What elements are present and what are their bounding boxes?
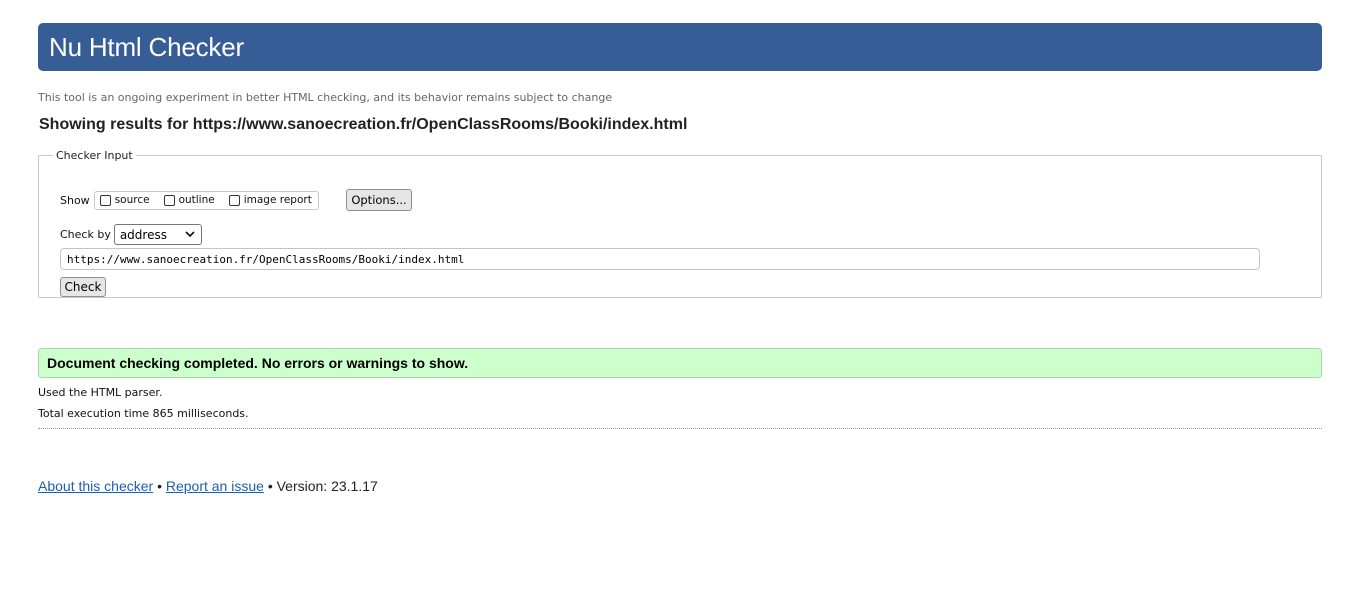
execution-time: Total execution time 865 milliseconds. [38, 407, 249, 420]
checkbox-image-report-label: image report [243, 194, 312, 206]
footer: About this checker • Report an issue • V… [38, 478, 378, 494]
success-message: Document checking completed. No errors o… [38, 348, 1322, 378]
options-button[interactable]: Options... [346, 189, 412, 211]
checker-input-fieldset: Checker Input Show source outline image … [38, 149, 1322, 298]
check-by-select[interactable]: address [113, 224, 202, 245]
checkbox-source[interactable]: source [99, 194, 150, 206]
app-title: Nu Html Checker [49, 32, 244, 62]
footer-separator: • [157, 478, 162, 494]
checkbox-outline[interactable]: outline [163, 194, 215, 206]
report-issue-link[interactable]: Report an issue [166, 478, 264, 494]
check-by-label: Check by [60, 228, 111, 241]
checkbox-outline-box[interactable] [163, 194, 175, 206]
show-options-row: Show source outline image report [60, 190, 319, 210]
show-label: Show [60, 193, 90, 207]
checkbox-source-label: source [114, 194, 150, 206]
results-url: https://www.sanoecreation.fr/OpenClassRo… [192, 116, 688, 133]
header-bar: Nu Html Checker [38, 23, 1322, 71]
divider [38, 428, 1322, 429]
footer-separator-2: • [267, 478, 273, 494]
check-by-value: address [119, 227, 167, 242]
check-button[interactable]: Check [60, 277, 106, 297]
checkbox-image-report-box[interactable] [228, 194, 240, 206]
version-text: Version: 23.1.17 [276, 478, 378, 494]
checkbox-source-box[interactable] [99, 194, 111, 206]
checker-input-legend: Checker Input [56, 149, 133, 162]
results-prefix: Showing results for [39, 116, 189, 133]
checkbox-image-report[interactable]: image report [228, 194, 312, 206]
checkbox-outline-label: outline [178, 194, 215, 206]
show-checkbox-group: source outline image report [93, 190, 319, 210]
tagline: This tool is an ongoing experiment in be… [38, 91, 613, 104]
url-input[interactable]: https://www.sanoecreation.fr/OpenClassRo… [60, 248, 1260, 270]
check-by-row: Check by address [60, 224, 202, 245]
chevron-down-icon [184, 229, 196, 241]
parser-info: Used the HTML parser. [38, 386, 163, 399]
results-heading: Showing results for https://www.sanoecre… [39, 116, 687, 134]
about-link[interactable]: About this checker [38, 478, 153, 494]
